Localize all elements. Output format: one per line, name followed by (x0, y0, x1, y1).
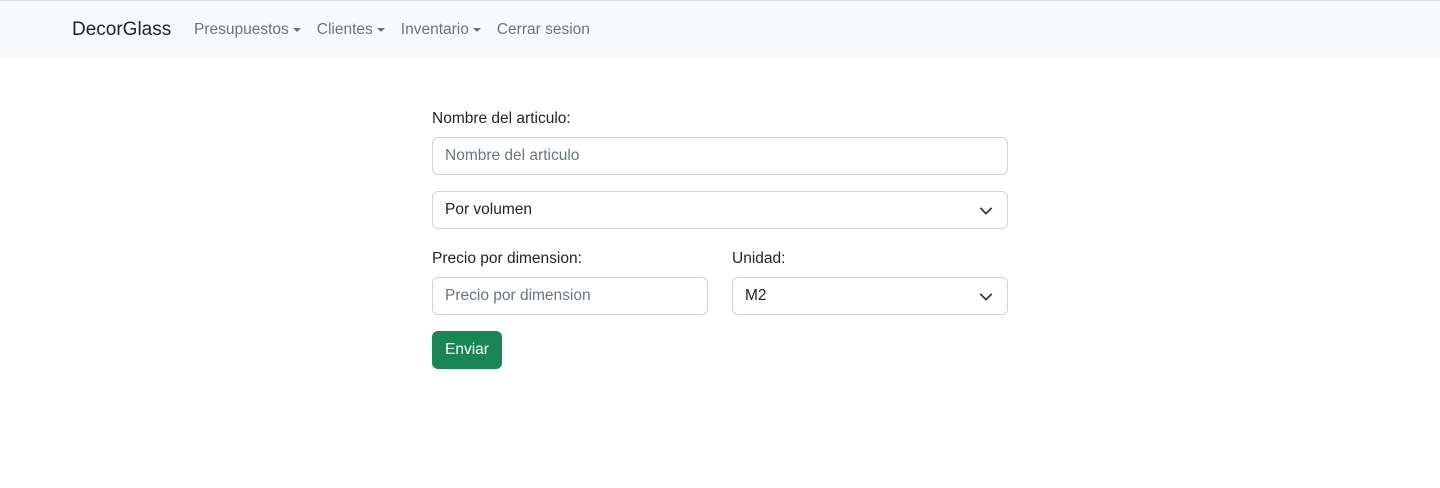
caret-down-icon (292, 28, 301, 32)
chevron-down-icon (979, 207, 993, 215)
nav-item-label: Clientes (316, 21, 373, 38)
caret-down-icon (472, 28, 481, 32)
nav-item-inventario[interactable]: Inventario (401, 19, 481, 41)
unidad-select-value: M2 (745, 287, 767, 304)
brand-logo-text[interactable]: DecorGlass (72, 18, 171, 42)
tipo-select[interactable]: Por volumen (432, 191, 1008, 229)
precio-label: Precio por dimension: (432, 250, 582, 267)
caret-down-icon (376, 28, 385, 32)
unidad-select[interactable]: M2 (732, 277, 1008, 315)
nombre-label: Nombre del articulo: (432, 110, 571, 127)
precio-input[interactable] (432, 277, 708, 315)
navbar: DecorGlass Presupuestos Clientes Inventa… (0, 0, 1440, 57)
nav-item-clientes[interactable]: Clientes (317, 19, 385, 41)
submit-button[interactable]: Enviar (432, 331, 502, 369)
nav-item-label: Presupuestos (194, 21, 289, 38)
unidad-label: Unidad: (732, 250, 786, 267)
chevron-down-icon (979, 293, 993, 301)
nav-item-presupuestos[interactable]: Presupuestos (194, 19, 301, 41)
nav-item-label: Inventario (400, 21, 469, 38)
nav-item-label: Cerrar sesion (496, 21, 590, 38)
nombre-input[interactable] (432, 137, 1008, 175)
nav-item-cerrar-sesion[interactable]: Cerrar sesion (497, 19, 590, 41)
nav-menu: Presupuestos Clientes Inventario Cerrar … (194, 19, 606, 41)
tipo-select-value: Por volumen (445, 201, 533, 218)
